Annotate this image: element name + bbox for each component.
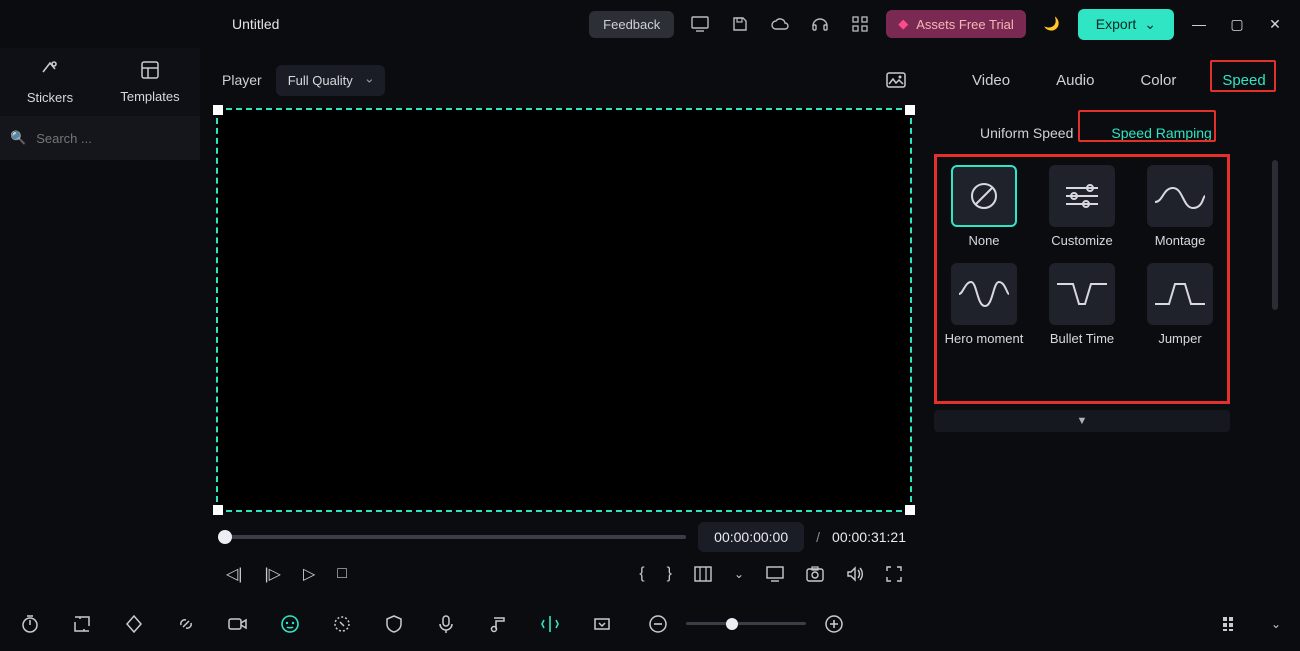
display-icon[interactable] bbox=[766, 566, 784, 582]
mark-in-button[interactable]: { bbox=[639, 565, 644, 583]
zoom-out-button[interactable] bbox=[646, 612, 670, 636]
timer-icon[interactable] bbox=[18, 612, 42, 636]
chevron-down-icon[interactable]: ⌄ bbox=[1270, 612, 1282, 636]
panel-scrollbar[interactable] bbox=[1272, 160, 1278, 310]
minimize-button[interactable]: — bbox=[1186, 16, 1212, 32]
microphone-icon[interactable] bbox=[434, 612, 458, 636]
templates-icon bbox=[140, 60, 160, 85]
keyframe-icon[interactable] bbox=[122, 612, 146, 636]
mark-out-button[interactable]: } bbox=[667, 565, 672, 583]
prop-tab-color[interactable]: Color bbox=[1130, 64, 1186, 97]
play-button[interactable]: ▷ bbox=[303, 564, 315, 584]
prop-tab-audio[interactable]: Audio bbox=[1046, 64, 1104, 97]
assets-trial-label: Assets Free Trial bbox=[916, 17, 1014, 32]
ai-icon[interactable] bbox=[278, 612, 302, 636]
document-title: Untitled bbox=[232, 16, 279, 32]
step-back-button[interactable]: ◁| bbox=[226, 564, 242, 584]
resize-handle-bl[interactable] bbox=[213, 505, 223, 515]
seek-bar[interactable] bbox=[222, 535, 686, 539]
stop-button[interactable]: □ bbox=[337, 565, 347, 583]
player-panel: Player Full Quality 00:00:00:00 / 00:00:… bbox=[200, 48, 920, 596]
save-icon[interactable] bbox=[726, 10, 754, 38]
fullscreen-icon[interactable] bbox=[886, 566, 902, 582]
zoom-in-button[interactable] bbox=[822, 612, 846, 636]
property-panel: Video Audio Color Speed Uniform Speed Sp… bbox=[920, 48, 1292, 596]
close-button[interactable]: ✕ bbox=[1262, 16, 1288, 33]
feedback-button[interactable]: Feedback bbox=[589, 11, 674, 38]
preset-montage[interactable]: Montage bbox=[1139, 165, 1221, 249]
library-tab-label: Templates bbox=[120, 89, 179, 104]
prop-tab-video[interactable]: Video bbox=[962, 64, 1020, 97]
library-tab-stickers[interactable]: Stickers bbox=[0, 48, 100, 116]
moon-icon[interactable]: 🌙 bbox=[1038, 10, 1066, 38]
snapshot-icon[interactable] bbox=[886, 70, 906, 91]
shield-icon[interactable] bbox=[382, 612, 406, 636]
library-panel: Stickers Templates 🔍 ⋯ bbox=[0, 48, 200, 596]
grid-view-icon[interactable] bbox=[1218, 612, 1242, 636]
link-icon[interactable] bbox=[174, 612, 198, 636]
cloud-icon[interactable] bbox=[766, 10, 794, 38]
player-label: Player bbox=[222, 72, 262, 88]
title-bar: Untitled Feedback ◆ Assets Free Trial 🌙 … bbox=[0, 0, 1300, 48]
crop-icon[interactable] bbox=[70, 612, 94, 636]
assets-trial-button[interactable]: ◆ Assets Free Trial bbox=[886, 10, 1026, 38]
monitor-icon[interactable] bbox=[686, 10, 714, 38]
speed-sub-ramping[interactable]: Speed Ramping bbox=[1101, 119, 1221, 147]
camera-icon[interactable] bbox=[806, 566, 824, 582]
quality-dropdown[interactable]: Full Quality bbox=[276, 65, 385, 96]
maximize-button[interactable]: ▢ bbox=[1224, 16, 1250, 33]
export-label: Export bbox=[1096, 16, 1136, 32]
preset-bullet-time[interactable]: Bullet Time bbox=[1041, 263, 1123, 347]
resize-handle-br[interactable] bbox=[905, 505, 915, 515]
preset-customize[interactable]: Customize bbox=[1041, 165, 1123, 249]
library-tab-label: Stickers bbox=[27, 90, 73, 105]
quality-value: Full Quality bbox=[288, 73, 353, 88]
search-icon: 🔍 bbox=[10, 130, 26, 146]
step-forward-button[interactable]: |▷ bbox=[264, 564, 280, 584]
seek-thumb[interactable] bbox=[218, 530, 232, 544]
record-icon[interactable] bbox=[226, 612, 250, 636]
zoom-slider[interactable] bbox=[686, 622, 806, 625]
split-icon[interactable] bbox=[538, 612, 562, 636]
frame-icon[interactable] bbox=[590, 612, 614, 636]
aspect-icon[interactable] bbox=[694, 566, 712, 582]
time-separator: / bbox=[816, 529, 820, 545]
duration: 00:00:31:21 bbox=[832, 529, 906, 545]
highlight-presets: None Customize Montage Hero moment Bulle… bbox=[934, 154, 1230, 404]
chevron-down-icon[interactable]: ⌄ bbox=[734, 567, 744, 581]
grid-icon[interactable] bbox=[846, 10, 874, 38]
export-button[interactable]: Export ⌄ bbox=[1078, 9, 1174, 40]
preset-jumper[interactable]: Jumper bbox=[1139, 263, 1221, 347]
expand-presets-button[interactable]: ▼ bbox=[934, 410, 1230, 432]
effects-icon[interactable] bbox=[330, 612, 354, 636]
timeline-toolbar: ⌄ bbox=[0, 596, 1300, 651]
chevron-down-icon: ⌄ bbox=[1144, 16, 1156, 33]
resize-handle-tr[interactable] bbox=[905, 105, 915, 115]
library-tab-templates[interactable]: Templates bbox=[100, 48, 200, 116]
headphones-icon[interactable] bbox=[806, 10, 834, 38]
speed-sub-uniform[interactable]: Uniform Speed bbox=[970, 119, 1083, 147]
preview-area[interactable] bbox=[216, 108, 912, 512]
volume-icon[interactable] bbox=[846, 566, 864, 582]
music-icon[interactable] bbox=[486, 612, 510, 636]
diamond-icon: ◆ bbox=[898, 16, 908, 32]
current-time: 00:00:00:00 bbox=[698, 522, 804, 552]
resize-handle-tl[interactable] bbox=[213, 105, 223, 115]
preset-hero-moment[interactable]: Hero moment bbox=[943, 263, 1025, 347]
library-search-input[interactable] bbox=[36, 131, 212, 146]
preset-none[interactable]: None bbox=[943, 165, 1025, 249]
sticker-icon bbox=[39, 59, 61, 86]
zoom-thumb[interactable] bbox=[726, 618, 738, 630]
prop-tab-speed[interactable]: Speed bbox=[1212, 64, 1275, 97]
